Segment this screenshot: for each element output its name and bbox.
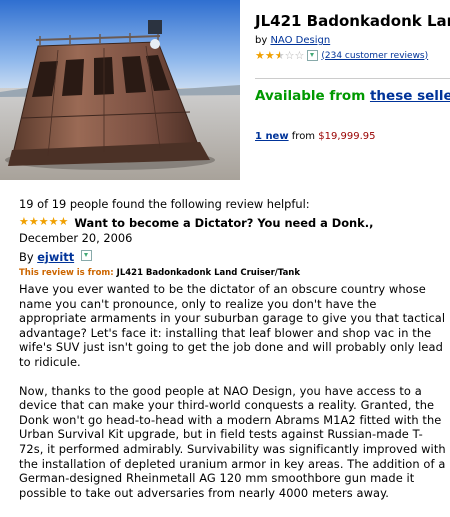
review-header: ★ ★ ★ ★ ★ Want to become a Dictator? You nee… bbox=[19, 216, 447, 230]
star-icon: ★ bbox=[255, 49, 265, 62]
availability-prefix: Available from bbox=[255, 88, 366, 104]
new-offers: 1 new from $19,999.95 bbox=[255, 131, 376, 142]
product-summary: JL421 Badonkadonk Land by NAO Design ★ ★ ★… bbox=[255, 12, 450, 61]
product-image[interactable] bbox=[0, 0, 240, 180]
from-label: from bbox=[291, 131, 316, 142]
product-title[interactable]: JL421 Badonkadonk Land bbox=[255, 12, 450, 30]
helpful-votes: 19 of 19 people found the following revi… bbox=[19, 197, 310, 211]
author-link[interactable]: ejwitt bbox=[37, 250, 74, 264]
product-rating: ★ ★ ★ ☆ ☆ (234 customer reviews) bbox=[255, 50, 450, 61]
star-icon: ★ bbox=[58, 215, 69, 228]
star-icon: ★ bbox=[28, 215, 39, 228]
badonkadonk-vehicle-image bbox=[0, 0, 240, 180]
new-offers-link[interactable]: 1 new bbox=[255, 131, 289, 142]
star-icon: ☆ bbox=[284, 49, 295, 62]
product-rating-stars[interactable]: ★ ★ ★ ☆ ☆ bbox=[255, 50, 304, 61]
review-paragraph: Now, thanks to the good people at NAO De… bbox=[19, 383, 446, 500]
review-rating-stars: ★ ★ ★ ★ ★ bbox=[19, 216, 68, 227]
star-icon: ★ bbox=[274, 49, 285, 62]
review-from: This review is from: JL421 Badonkadonk L… bbox=[19, 268, 447, 278]
star-icon: ★ bbox=[19, 215, 29, 228]
chevron-down-icon[interactable] bbox=[80, 250, 92, 261]
divider bbox=[255, 78, 450, 79]
review-title: Want to become a Dictator? You need a Do… bbox=[74, 216, 374, 230]
chevron-down-icon[interactable] bbox=[307, 50, 319, 61]
review-date: December 20, 2006 bbox=[19, 231, 133, 245]
review-from-label: This review is from: bbox=[19, 268, 114, 278]
by-label: by bbox=[255, 35, 268, 46]
availability: Available from these sellers bbox=[255, 88, 450, 104]
these-sellers-link[interactable]: these sellers bbox=[370, 88, 450, 104]
star-icon: ★ bbox=[38, 215, 49, 228]
customer-reviews-link[interactable]: (234 customer reviews) bbox=[321, 51, 428, 61]
star-icon: ☆ bbox=[294, 49, 305, 62]
price: $19,999.95 bbox=[318, 131, 376, 142]
review-paragraph: Have you ever wanted to be the dictator … bbox=[19, 282, 446, 369]
review-body: Have you ever wanted to be the dictator … bbox=[19, 282, 447, 500]
star-icon: ★ bbox=[264, 49, 275, 62]
review-author-line: By ejwitt bbox=[19, 250, 447, 264]
customer-review: 19 of 19 people found the following revi… bbox=[19, 197, 447, 514]
manufacturer-link[interactable]: NAO Design bbox=[270, 35, 330, 46]
star-icon: ★ bbox=[48, 215, 59, 228]
by-label: By bbox=[19, 250, 34, 264]
product-byline: by NAO Design bbox=[255, 35, 450, 46]
review-from-item: JL421 Badonkadonk Land Cruiser/Tank bbox=[116, 268, 301, 278]
